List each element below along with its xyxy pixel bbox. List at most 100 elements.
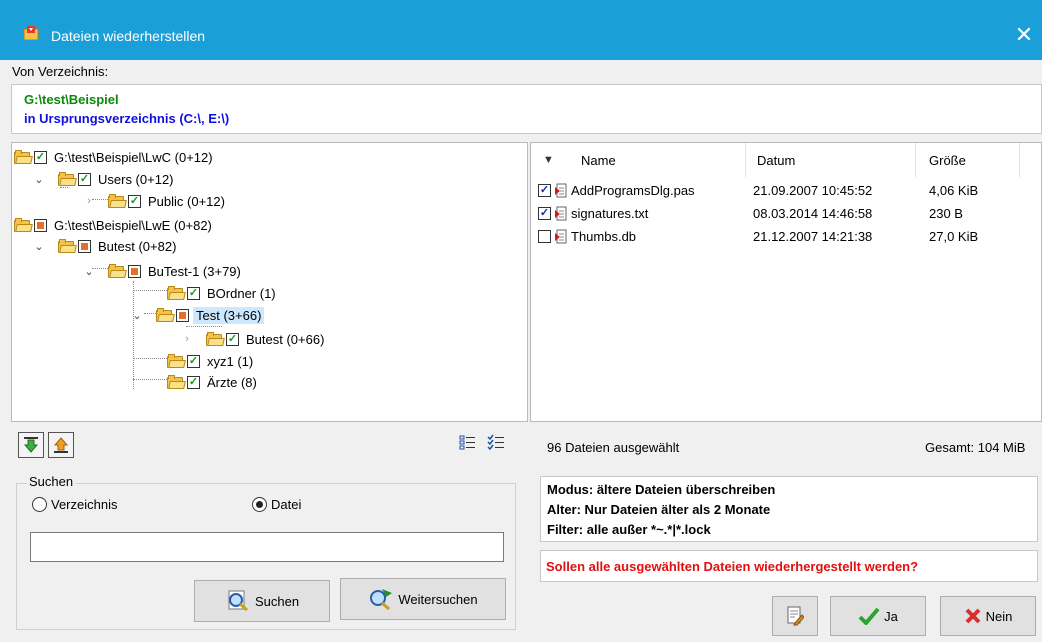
- folder-icon: [58, 238, 77, 253]
- arrow-down-icon: [23, 437, 39, 453]
- search-group-label: Suchen: [27, 474, 76, 489]
- search-button-label: Suchen: [254, 593, 300, 609]
- tree-node[interactable]: ⌄ ✓ Users (0+12): [32, 169, 177, 189]
- folder-icon: [156, 307, 175, 322]
- tree-node-label: xyz1 (1): [207, 353, 254, 369]
- chevron-down-icon[interactable]: ⌄: [130, 309, 144, 322]
- tree-line: [133, 379, 167, 380]
- checkbox-partial[interactable]: [34, 218, 47, 232]
- file-row[interactable]: ✓ AddProgramsDlg.pas 21.09.2007 10:45:52…: [531, 181, 1041, 203]
- check-all-button[interactable]: [484, 430, 508, 456]
- file-row[interactable]: ✓ signatures.txt 08.03.2014 14:46:58 230…: [531, 204, 1041, 226]
- checkbox-partial[interactable]: [128, 264, 141, 278]
- checkbox[interactable]: ✓: [226, 332, 239, 346]
- tree-node[interactable]: ✓ xyz1 (1): [167, 351, 256, 371]
- source-label: Von Verzeichnis:: [12, 64, 109, 79]
- folder-icon: [108, 193, 127, 208]
- edit-button[interactable]: [772, 596, 818, 636]
- chevron-right-icon[interactable]: ›: [180, 333, 194, 345]
- file-row[interactable]: Thumbs.db 21.12.2007 14:21:38 27,0 KiB: [531, 227, 1041, 249]
- checkbox[interactable]: ✓: [78, 172, 91, 186]
- filter-line: Filter: alle außer *~.*|*.lock: [547, 522, 711, 537]
- chevron-down-icon[interactable]: ⌄: [32, 240, 46, 253]
- check-icon: [858, 607, 880, 625]
- search-button[interactable]: Suchen: [194, 580, 330, 622]
- target-path: in Ursprungsverzeichnis (C:\, E:\): [24, 111, 230, 126]
- folder-icon: [206, 331, 225, 346]
- chevron-down-icon[interactable]: ⌄: [82, 265, 96, 278]
- tree-node-label: G:\test\Beispiel\LwC (0+12): [54, 149, 213, 165]
- no-button[interactable]: Nein: [940, 596, 1036, 636]
- checkbox[interactable]: ✓: [34, 150, 47, 164]
- file-name: signatures.txt: [571, 206, 649, 221]
- file-name: Thumbs.db: [571, 229, 637, 244]
- checkbox[interactable]: ✓: [187, 375, 200, 389]
- list-icon: [459, 435, 475, 450]
- tree-node-label: Test (3+66): [193, 306, 265, 324]
- column-date[interactable]: Datum: [757, 153, 795, 168]
- folder-icon: [167, 285, 186, 300]
- checkbox[interactable]: ✓: [187, 354, 200, 368]
- radio-file[interactable]: Datei: [252, 497, 301, 512]
- checkbox-partial[interactable]: [78, 239, 91, 253]
- yes-button[interactable]: Ja: [830, 596, 926, 636]
- file-date: 21.12.2007 14:21:38: [753, 229, 873, 244]
- radio-circle[interactable]: [32, 497, 47, 512]
- file-size: 230 B: [929, 206, 963, 221]
- tree-line: [133, 281, 134, 389]
- checklist-icon: [487, 434, 504, 451]
- tree-node[interactable]: ⌄ BuTest-1 (3+79): [82, 261, 244, 281]
- tree-node[interactable]: ✓ BOrdner (1): [167, 283, 279, 303]
- source-path: G:\test\Beispiel: [24, 92, 119, 107]
- file-icon: [555, 229, 567, 244]
- move-up-button[interactable]: [48, 432, 74, 458]
- total-size: Gesamt: 104 MiB: [925, 440, 1026, 455]
- tree-node[interactable]: ✓ G:\test\Beispiel\LwC (0+12): [14, 147, 216, 167]
- checkbox-partial[interactable]: [176, 308, 189, 322]
- file-date: 08.03.2014 14:46:58: [753, 206, 873, 221]
- folder-tree[interactable]: ✓ G:\test\Beispiel\LwC (0+12) ⌄ ✓ Users …: [11, 142, 528, 422]
- tree-node-label: G:\test\Beispiel\LwE (0+82): [54, 217, 212, 233]
- yes-button-label: Ja: [884, 608, 898, 624]
- tree-node[interactable]: ✓ Ärzte (8): [167, 372, 260, 392]
- tree-line: [133, 358, 167, 359]
- checkbox[interactable]: ✓: [187, 286, 200, 300]
- file-size: 27,0 KiB: [929, 229, 979, 244]
- source-box: G:\test\Beispiel in Ursprungsverzeichnis…: [11, 84, 1042, 134]
- file-list-header: ▼ Name Datum Größe: [531, 143, 1041, 179]
- expand-all-button[interactable]: [456, 430, 480, 456]
- checkbox[interactable]: ✓: [128, 194, 141, 208]
- file-list[interactable]: ▼ Name Datum Größe ✓ AddProgramsDlg.pas …: [530, 142, 1042, 422]
- checkbox[interactable]: ✓: [538, 207, 551, 220]
- tree-node[interactable]: › ✓ Public (0+12): [82, 191, 228, 211]
- tree-node-selected[interactable]: ⌄ Test (3+66): [130, 305, 265, 325]
- arrow-up-icon: [53, 437, 69, 453]
- radio-directory[interactable]: Verzeichnis: [32, 497, 117, 512]
- move-down-button[interactable]: [18, 432, 44, 458]
- checkbox[interactable]: ✓: [538, 184, 551, 197]
- tree-line: [186, 326, 222, 327]
- tree-line: [133, 290, 167, 291]
- magnifier-next-icon: [370, 589, 393, 611]
- checkbox[interactable]: [538, 230, 551, 243]
- tree-node-label: Butest (0+66): [246, 331, 325, 347]
- column-size[interactable]: Größe: [929, 153, 966, 168]
- title-bar: Dateien wiederherstellen ✕: [0, 0, 1042, 60]
- chevron-right-icon[interactable]: ›: [82, 195, 96, 207]
- age-line: Alter: Nur Dateien älter als 2 Monate: [547, 502, 771, 517]
- sort-down-icon[interactable]: ▼: [543, 154, 554, 166]
- edit-icon: [787, 606, 804, 626]
- tree-node[interactable]: G:\test\Beispiel\LwE (0+82): [14, 215, 215, 235]
- radio-circle-selected[interactable]: [252, 497, 267, 512]
- close-icon[interactable]: ✕: [1006, 20, 1042, 54]
- no-button-label: Nein: [985, 608, 1013, 624]
- folder-icon: [14, 217, 33, 232]
- chevron-down-icon[interactable]: ⌄: [32, 173, 46, 186]
- tree-node[interactable]: › ✓ Butest (0+66): [180, 329, 327, 349]
- radio-directory-label: Verzeichnis: [51, 497, 118, 512]
- tree-node[interactable]: ⌄ Butest (0+82): [32, 236, 179, 256]
- search-input[interactable]: [30, 532, 504, 562]
- folder-icon: [167, 374, 186, 389]
- search-next-button[interactable]: Weitersuchen: [340, 578, 506, 620]
- column-name[interactable]: Name: [581, 153, 616, 168]
